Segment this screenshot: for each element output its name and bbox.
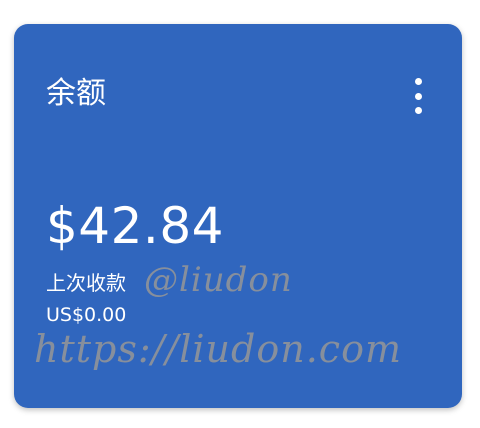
balance-card: 余额 $42.84 上次收款 US$0.00 @liudon https://l… bbox=[14, 24, 462, 408]
balance-amount: $42.84 bbox=[46, 197, 224, 255]
screen: 余额 $42.84 上次收款 US$0.00 @liudon https://l… bbox=[0, 0, 480, 428]
watermark-url: https://liudon.com bbox=[34, 327, 402, 371]
more-vert-icon-dot bbox=[414, 107, 422, 114]
more-options-button[interactable] bbox=[410, 78, 426, 114]
more-vert-icon-dot bbox=[414, 92, 422, 100]
watermark-handle: @liudon bbox=[144, 260, 293, 300]
card-title: 余额 bbox=[46, 76, 106, 111]
more-vert-icon bbox=[414, 78, 422, 85]
last-payment-label: 上次收款 bbox=[46, 271, 126, 295]
